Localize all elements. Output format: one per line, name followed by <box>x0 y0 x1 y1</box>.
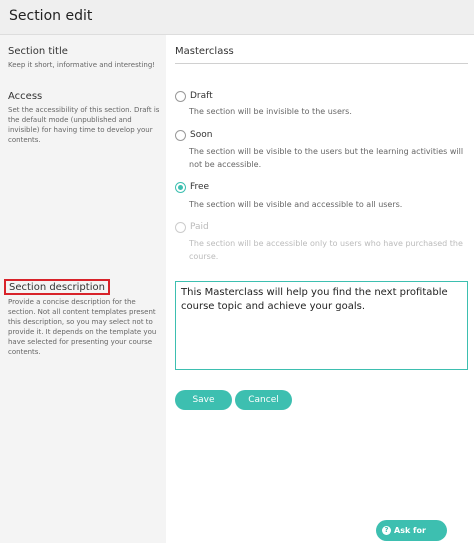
radio-paid <box>175 222 186 233</box>
radio-soon[interactable] <box>175 130 186 141</box>
option-draft-description: The section will be invisible to the use… <box>189 107 352 116</box>
option-soon-label[interactable]: Soon <box>190 130 212 140</box>
radio-free[interactable] <box>175 182 186 193</box>
question-icon: ? <box>382 526 391 535</box>
cancel-button[interactable]: Cancel <box>235 390 292 410</box>
section-title-hint: Keep it short, informative and interesti… <box>8 61 156 69</box>
option-paid-label: Paid <box>190 222 209 232</box>
access-hint: Set the accessibility of this section. D… <box>8 106 160 144</box>
save-button[interactable]: Save <box>175 390 232 410</box>
option-draft-label[interactable]: Draft <box>190 91 213 101</box>
option-free-description: The section will be visible and accessib… <box>189 200 403 209</box>
access-label: Access <box>8 91 43 102</box>
radio-draft[interactable] <box>175 91 186 102</box>
dialog-title: Section edit <box>9 8 93 24</box>
ask-for-help-button[interactable]: ?Ask for help <box>376 520 447 541</box>
option-free-label[interactable]: Free <box>190 182 209 192</box>
section-description-textarea[interactable]: This Masterclass will help you find the … <box>175 281 468 370</box>
section-description-label: Section description <box>4 279 110 295</box>
dialog-header: Section edit <box>0 0 474 35</box>
option-paid-description: The section will be accessible only to u… <box>189 239 463 261</box>
section-title-label: Section title <box>8 46 68 57</box>
section-title-input[interactable]: Masterclass <box>175 45 468 64</box>
section-description-hint: Provide a concise description for the se… <box>8 298 157 356</box>
option-soon-description: The section will be visible to the users… <box>189 147 464 169</box>
